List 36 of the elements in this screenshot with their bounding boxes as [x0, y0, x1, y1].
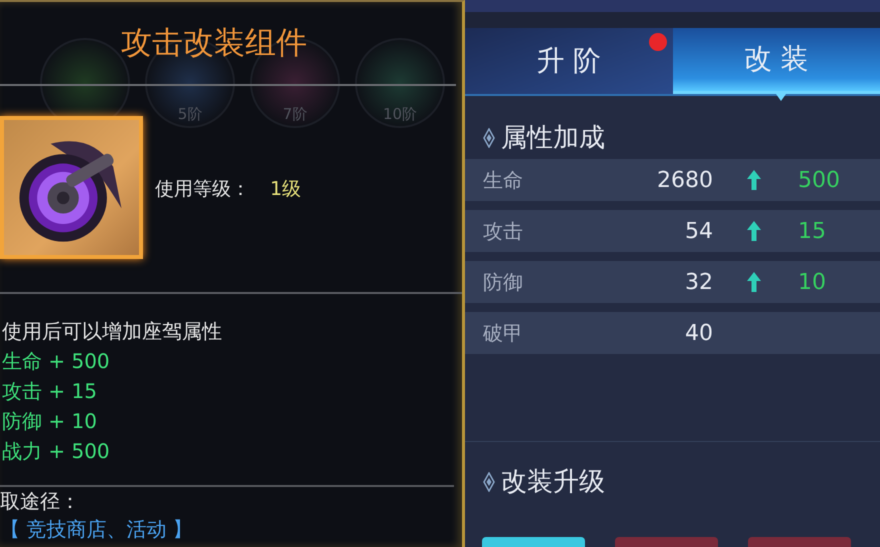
pointer-icon: [776, 94, 786, 102]
attribute-name: 生命: [483, 166, 524, 194]
level-value: 1级: [270, 176, 302, 202]
effect-line: 攻击 + 15: [2, 378, 98, 405]
diamond-icon: [483, 128, 495, 148]
attribute-name: 防御: [483, 268, 524, 296]
up-arrow-icon: [746, 220, 762, 242]
source-label: 取途径：: [0, 488, 81, 515]
effect-line: 战力 + 500: [2, 438, 111, 465]
attribute-value: 54: [684, 218, 713, 244]
stage-label: 10阶: [382, 105, 418, 125]
attribute-bonus: 500: [798, 168, 840, 193]
attribute-value: 40: [684, 320, 713, 346]
attribute-bonus: 10: [798, 270, 826, 295]
attribute-name: 破甲: [483, 320, 524, 347]
section-heading: 改装升级: [501, 466, 605, 499]
button-top-edge[interactable]: [482, 537, 585, 547]
button-top-edge[interactable]: [615, 537, 718, 547]
diamond-icon: [483, 472, 495, 492]
section-heading: 属性加成: [501, 122, 605, 156]
attribute-bonus: 15: [798, 218, 826, 244]
button-top-edge[interactable]: [748, 537, 851, 547]
attribute-value: 2680: [656, 168, 713, 193]
source-link[interactable]: 【 竞技商店、活动 】: [0, 515, 462, 543]
attribute-name: 攻击: [483, 218, 524, 245]
item-title: 攻击改装组件: [121, 24, 307, 63]
item-description: 使用后可以增加座驾属性: [2, 318, 223, 345]
stage-label: 5阶: [178, 105, 202, 125]
level-label: 使用等级：: [155, 176, 250, 202]
tab[interactable]: 升 阶: [465, 28, 672, 94]
effect-line: 防御 + 10: [2, 408, 98, 435]
effect-line: 生命 + 500: [2, 348, 111, 375]
stage-label: 7阶: [282, 105, 308, 125]
up-arrow-icon: [746, 271, 762, 294]
up-arrow-icon: [746, 169, 762, 192]
attribute-value: 32: [684, 270, 713, 295]
